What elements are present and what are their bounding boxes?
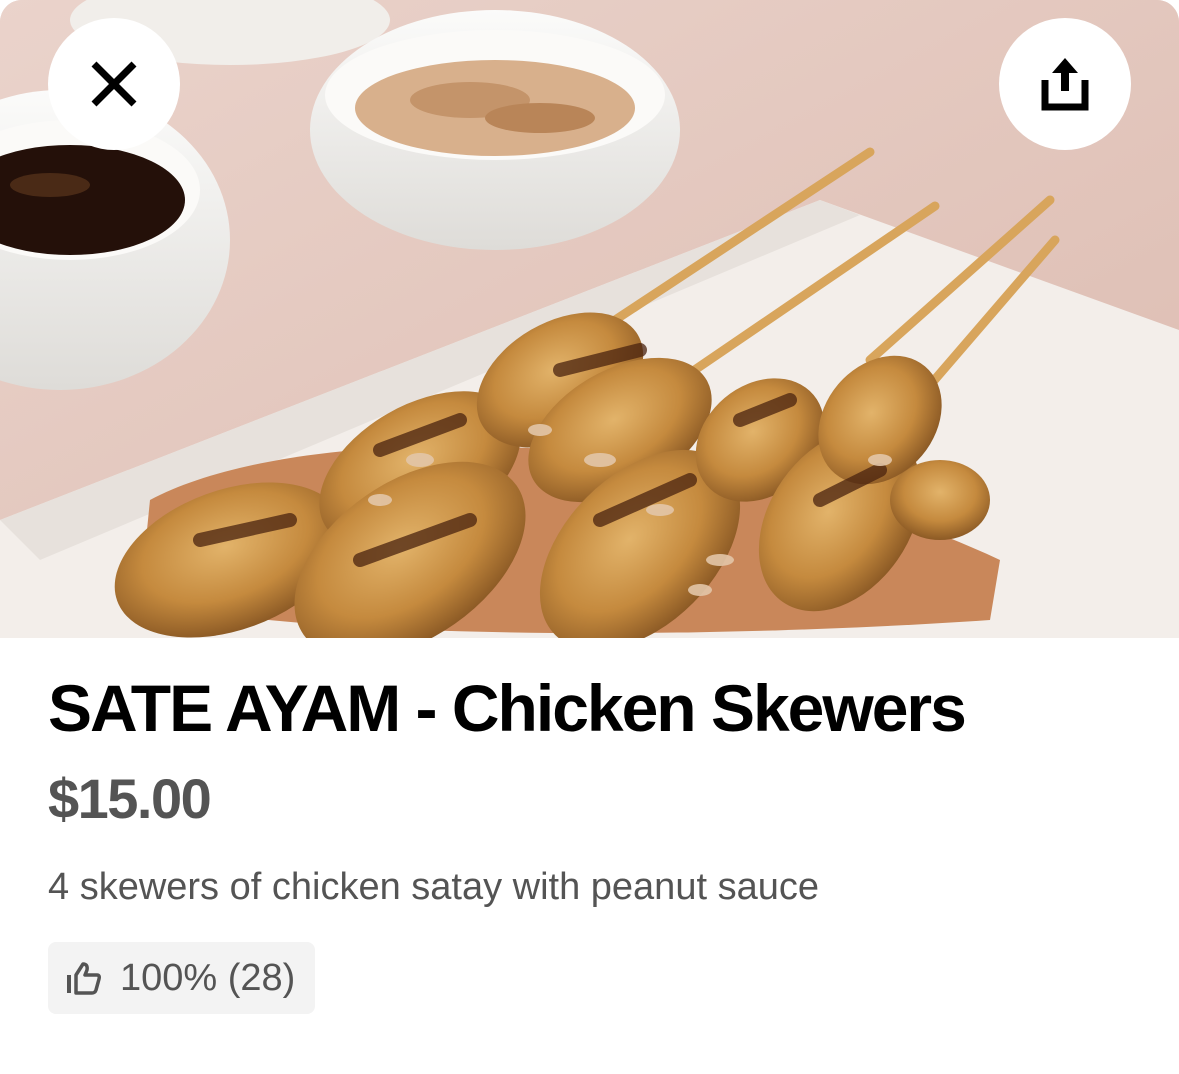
share-icon [1041,58,1089,111]
thumbs-up-icon [66,960,102,996]
close-button[interactable] [48,18,180,150]
close-icon [91,61,137,107]
item-price: $15.00 [48,767,212,830]
item-description: 4 skewers of chicken satay with peanut s… [48,866,819,908]
item-title: SATE AYAM - Chicken Skewers [48,671,967,745]
share-button[interactable] [999,18,1131,150]
rating-badge: 100% (28) [48,942,316,1014]
item-hero-image [0,0,1179,638]
rating-text: 100% (28) [120,957,296,999]
